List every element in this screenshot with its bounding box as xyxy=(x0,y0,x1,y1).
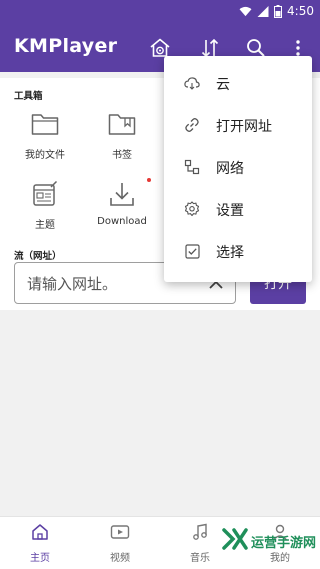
status-time: 4:50 xyxy=(287,4,314,18)
video-icon xyxy=(110,523,130,545)
notification-dot xyxy=(147,178,151,182)
link-icon xyxy=(184,117,200,133)
tool-label: Download xyxy=(97,216,147,227)
music-icon xyxy=(191,523,209,545)
status-icons: 4:50 xyxy=(239,4,314,18)
theme-icon xyxy=(29,178,61,210)
tool-bookmarks[interactable]: 书签 xyxy=(90,108,154,161)
home-icon xyxy=(31,523,49,545)
cloud-icon xyxy=(184,75,200,91)
checkbox-icon xyxy=(184,243,200,259)
nav-label: 主页 xyxy=(30,553,50,564)
bookmark-folder-icon xyxy=(106,108,138,140)
network-icon xyxy=(184,159,200,175)
menu-item-settings[interactable]: 设置 xyxy=(164,188,312,230)
menu-label: 网络 xyxy=(216,161,244,177)
watermark: 运营手游网 xyxy=(222,528,316,554)
watermark-text: 运营手游网 xyxy=(251,535,317,551)
battery-icon xyxy=(274,4,283,18)
nav-label: 音乐 xyxy=(190,553,210,564)
tool-label: 书签 xyxy=(112,150,132,161)
menu-label: 云 xyxy=(216,77,230,93)
stream-title: 流（网址） xyxy=(14,251,62,262)
nav-item-music[interactable]: 音乐 xyxy=(170,523,230,564)
app-title: KMPlayer xyxy=(14,35,118,57)
menu-label: 打开网址 xyxy=(216,119,272,135)
toolbox-title: 工具箱 xyxy=(14,91,43,102)
settings-icon xyxy=(184,201,200,217)
folder-icon xyxy=(29,108,61,140)
nav-label: 视频 xyxy=(110,553,130,564)
tool-my-files[interactable]: 我的文件 xyxy=(13,108,77,161)
menu-label: 选择 xyxy=(216,245,244,261)
status-bar: 4:50 xyxy=(0,0,320,24)
tool-download[interactable]: Download xyxy=(90,178,154,227)
signal-icon xyxy=(257,5,269,17)
tool-label: 我的文件 xyxy=(25,150,65,161)
menu-item-select[interactable]: 选择 xyxy=(164,230,312,272)
wifi-icon xyxy=(239,6,252,17)
menu-label: 设置 xyxy=(216,203,244,219)
nav-item-home[interactable]: 主页 xyxy=(10,523,70,564)
menu-item-open-url[interactable]: 打开网址 xyxy=(164,104,312,146)
nav-item-video[interactable]: 视频 xyxy=(90,523,150,564)
tool-label: 主题 xyxy=(35,220,55,231)
watermark-logo-icon xyxy=(222,528,248,554)
tool-theme[interactable]: 主题 xyxy=(13,178,77,231)
overflow-menu: 云 打开网址 网络 设置 选择 xyxy=(164,56,312,282)
download-icon xyxy=(106,178,138,210)
menu-item-network[interactable]: 网络 xyxy=(164,146,312,188)
menu-item-cloud[interactable]: 云 xyxy=(164,62,312,104)
